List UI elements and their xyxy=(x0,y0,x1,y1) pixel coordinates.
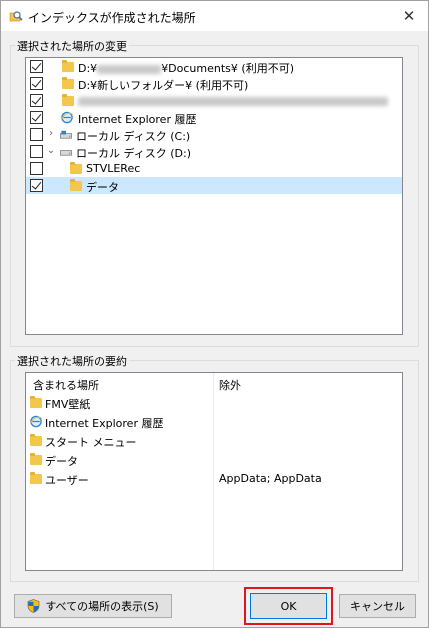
title-bar: インデックスが作成された場所 ✕ xyxy=(1,1,428,31)
selected-locations-label: 選択された場所の変更 xyxy=(15,38,129,54)
folder-icon xyxy=(30,434,44,447)
row-label: D:¥新しいフォルダー¥ (利用不可) xyxy=(78,79,249,92)
row-checkbox[interactable] xyxy=(30,128,43,141)
row-checkbox[interactable] xyxy=(30,60,43,73)
blurred-text xyxy=(78,96,388,106)
summary-excluded: AppData; AppData xyxy=(219,472,322,485)
folder-icon xyxy=(70,179,84,192)
tree-row-blurred[interactable] xyxy=(26,92,402,109)
excluded-column-header: 除外 xyxy=(219,379,241,392)
window-title: インデックスが作成された場所 xyxy=(28,11,196,25)
row-label xyxy=(78,94,388,107)
row-label: データ xyxy=(86,181,119,194)
row-checkbox[interactable] xyxy=(30,162,43,175)
blurred-text xyxy=(97,64,162,74)
cancel-button[interactable]: キャンセル xyxy=(339,594,416,618)
folder-icon xyxy=(62,77,76,90)
drive-icon xyxy=(60,130,72,139)
row-checkbox[interactable] xyxy=(30,77,43,90)
folder-icon xyxy=(62,60,76,73)
folder-icon xyxy=(30,472,44,485)
row-checkbox[interactable] xyxy=(30,145,43,158)
close-button[interactable]: ✕ xyxy=(396,3,422,29)
ok-button[interactable]: OK xyxy=(250,593,327,619)
ok-label: OK xyxy=(280,599,297,613)
row-checkbox[interactable] xyxy=(30,94,43,107)
chevron-down-icon[interactable]: ⌄ xyxy=(46,144,56,158)
row-label: ローカル ディスク (D:) xyxy=(76,147,191,160)
summary-included: FMV壁紙 xyxy=(45,398,91,411)
summary-row: データ xyxy=(26,451,402,468)
search-folder-icon xyxy=(9,11,23,22)
show-all-label: すべての場所の表示(S) xyxy=(45,600,159,613)
internet-explorer-icon xyxy=(60,111,73,124)
row-label-suffix: ¥Documents¥ (利用不可) xyxy=(161,62,294,75)
summary-label: 選択された場所の要約 xyxy=(15,353,129,369)
summary-included: Internet Explorer 履歴 xyxy=(45,417,164,430)
show-all-locations-button[interactable]: すべての場所の表示(S) xyxy=(14,594,172,618)
cancel-label: キャンセル xyxy=(350,600,405,613)
row-label: D:¥ ¥Documents¥ (利用不可) xyxy=(78,60,294,76)
summary-included: スタート メニュー xyxy=(45,436,137,449)
row-label: Internet Explorer 履歴 xyxy=(78,113,197,126)
chevron-right-icon[interactable]: › xyxy=(46,127,56,141)
close-icon: ✕ xyxy=(402,7,416,25)
tree-row-documents[interactable]: D:¥ ¥Documents¥ (利用不可) xyxy=(26,58,402,75)
summary-row: ユーザー AppData; AppData xyxy=(26,470,402,487)
tree-row-data[interactable]: データ xyxy=(26,177,402,194)
folder-icon xyxy=(70,162,84,175)
included-column-header: 含まれる場所 xyxy=(33,379,99,392)
internet-explorer-icon xyxy=(29,415,42,428)
tree-row-ie-history[interactable]: Internet Explorer 履歴 xyxy=(26,109,402,126)
row-checkbox[interactable] xyxy=(30,111,43,124)
tree-row-new-folder[interactable]: D:¥新しいフォルダー¥ (利用不可) xyxy=(26,75,402,92)
indexed-locations-dialog: インデックスが作成された場所 ✕ 選択された場所の変更 D:¥ ¥Document… xyxy=(0,0,429,628)
folder-icon xyxy=(30,396,44,409)
summary-included: ユーザー xyxy=(45,474,89,487)
tree-row-stvlerec[interactable]: STVLERec xyxy=(26,160,402,177)
folder-icon xyxy=(30,453,44,466)
tree-row-drive-c[interactable]: › ローカル ディスク (C:) xyxy=(26,126,402,143)
summary-row: スタート メニュー xyxy=(26,432,402,449)
summary-row: Internet Explorer 履歴 xyxy=(26,413,402,430)
row-checkbox[interactable] xyxy=(30,179,43,192)
summary-included: データ xyxy=(45,455,78,468)
drive-icon xyxy=(60,150,72,156)
tree-row-drive-d[interactable]: ⌄ ローカル ディスク (D:) xyxy=(26,143,402,160)
folder-icon xyxy=(62,94,76,107)
row-label-prefix: D:¥ xyxy=(78,62,98,75)
uac-shield-icon xyxy=(28,599,40,613)
row-label: STVLERec xyxy=(86,162,141,175)
summary-row: FMV壁紙 xyxy=(26,394,402,411)
summary-list[interactable]: 含まれる場所 除外 FMV壁紙 Internet Explorer 履歴 スター… xyxy=(25,372,403,571)
locations-tree[interactable]: D:¥ ¥Documents¥ (利用不可) D:¥新しいフォルダー¥ (利用不可… xyxy=(25,57,403,335)
row-label: ローカル ディスク (C:) xyxy=(76,130,191,143)
